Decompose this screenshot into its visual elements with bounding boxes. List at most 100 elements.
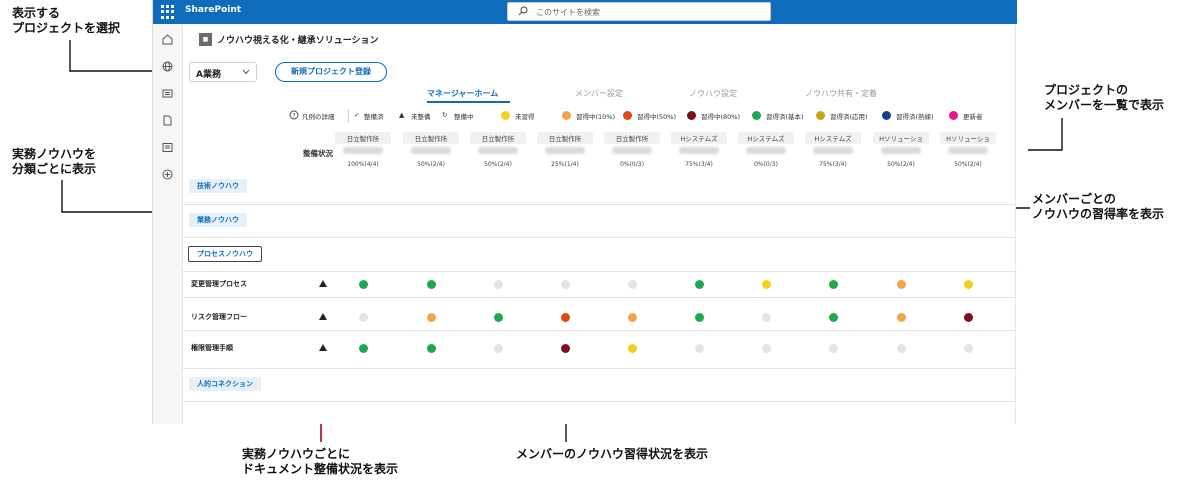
legend-skill-label: 習得済(基本) bbox=[766, 113, 804, 121]
member-org: Hソリューショ bbox=[940, 132, 996, 144]
search-box[interactable]: このサイトを検索 bbox=[507, 2, 771, 21]
document-icon[interactable] bbox=[161, 114, 174, 127]
skill-status-dot[interactable] bbox=[829, 280, 838, 289]
member-column-header[interactable]: Hソリューショ 50%(2/4) bbox=[940, 132, 996, 168]
search-placeholder: このサイトを検索 bbox=[536, 8, 600, 17]
brand-name[interactable]: SharePoint bbox=[185, 5, 241, 15]
legend-divider bbox=[348, 109, 349, 123]
skill-status-dot[interactable] bbox=[494, 313, 503, 322]
category-human-connection[interactable]: 人的コネクション bbox=[189, 377, 261, 391]
skill-status-dot[interactable] bbox=[427, 344, 436, 353]
knowhow-row-label[interactable]: 変更管理プロセス bbox=[191, 279, 247, 289]
skill-status-dot[interactable] bbox=[695, 280, 704, 289]
legend-skill-dot bbox=[882, 111, 891, 120]
annotation-member-rate: メンバーごとの ノウハウの習得率を表示 bbox=[1032, 192, 1164, 222]
annotation-member-list: プロジェクトの メンバーを一覧で表示 bbox=[1044, 83, 1164, 113]
knowhow-row-label[interactable]: リスク管理フロー bbox=[191, 312, 247, 322]
member-org: Hソリューショ bbox=[873, 132, 929, 144]
skill-status-dot[interactable] bbox=[628, 313, 637, 322]
leader-classify bbox=[61, 180, 166, 213]
member-org: 日立製作所 bbox=[537, 132, 593, 144]
annotation-select-project: 表示する プロジェクトを選択 bbox=[12, 6, 120, 36]
member-column-header[interactable]: 日立製作所 100%(4/4) bbox=[335, 132, 391, 168]
skill-status-dot[interactable] bbox=[359, 344, 368, 353]
category-process-knowhow[interactable]: プロセスノウハウ bbox=[188, 246, 262, 262]
member-column-header[interactable]: 日立製作所 25%(1/4) bbox=[537, 132, 593, 168]
skill-status-dot[interactable] bbox=[897, 344, 906, 353]
annotation-member-status: メンバーのノウハウ習得状況を表示 bbox=[516, 447, 709, 461]
tab-knowhow-share[interactable]: ノウハウ共有・定着 bbox=[805, 88, 877, 99]
sharepoint-window: SharePoint このサイトを検索 ■ ノウハウ視える化・継承ソリューション… bbox=[152, 0, 1017, 424]
member-column-header[interactable]: Hソリューショ 50%(2/4) bbox=[873, 132, 929, 168]
add-icon[interactable] bbox=[161, 168, 174, 181]
member-column-header[interactable]: 日立製作所 0%(0/3) bbox=[604, 132, 660, 168]
project-dropdown[interactable]: A業務 bbox=[189, 62, 257, 82]
annotation-line: 分類ごとに表示 bbox=[12, 162, 97, 176]
skill-status-dot[interactable] bbox=[359, 313, 368, 322]
member-column-header[interactable]: 日立製作所 50%(2/4) bbox=[403, 132, 459, 168]
skill-status-dot[interactable] bbox=[561, 280, 570, 289]
globe-icon[interactable] bbox=[161, 60, 174, 73]
skill-status-dot[interactable] bbox=[427, 313, 436, 322]
skill-status-dot[interactable] bbox=[628, 280, 637, 289]
skill-status-dot[interactable] bbox=[964, 280, 973, 289]
skill-status-dot[interactable] bbox=[628, 344, 637, 353]
member-name-blurred bbox=[746, 147, 786, 154]
skill-status-dot[interactable] bbox=[695, 313, 704, 322]
app-launcher-icon[interactable] bbox=[161, 5, 175, 19]
skill-status-dot[interactable] bbox=[762, 344, 771, 353]
skill-status-dot[interactable] bbox=[427, 280, 436, 289]
check-icon: ✓ bbox=[354, 111, 360, 119]
legend-skill-dot bbox=[816, 111, 825, 120]
divider bbox=[183, 204, 1017, 205]
home-icon[interactable] bbox=[161, 33, 174, 46]
doc-missing-triangle-icon bbox=[319, 313, 327, 320]
member-name-blurred bbox=[545, 147, 585, 154]
member-column-header[interactable]: 日立製作所 50%(2/4) bbox=[470, 132, 526, 168]
category-tech-knowhow[interactable]: 技術ノウハウ bbox=[189, 179, 247, 193]
skill-status-dot[interactable] bbox=[829, 344, 838, 353]
skill-status-dot[interactable] bbox=[964, 344, 973, 353]
skill-status-dot[interactable] bbox=[829, 313, 838, 322]
skill-status-dot[interactable] bbox=[897, 313, 906, 322]
legend-skill-label: 更新者 bbox=[963, 113, 983, 121]
tab-member-settings[interactable]: メンバー設定 bbox=[575, 88, 623, 99]
annotation-line: 実務ノウハウを bbox=[12, 147, 97, 161]
news-icon[interactable] bbox=[161, 87, 174, 100]
member-column-header[interactable]: Hシステムズ 0%(0/3) bbox=[738, 132, 794, 168]
skill-status-dot[interactable] bbox=[561, 313, 570, 322]
member-org: 日立製作所 bbox=[335, 132, 391, 144]
member-acquisition-rate: 75%(3/4) bbox=[819, 161, 847, 168]
member-column-header[interactable]: Hシステムズ 75%(3/4) bbox=[805, 132, 861, 168]
skill-status-dot[interactable] bbox=[964, 313, 973, 322]
skill-status-dot[interactable] bbox=[762, 280, 771, 289]
skill-status-dot[interactable] bbox=[359, 280, 368, 289]
legend-help-link[interactable]: 凡例の詳細 bbox=[302, 111, 335, 121]
skill-status-dot[interactable] bbox=[561, 344, 570, 353]
annotation-line: プロジェクトの bbox=[1044, 83, 1129, 97]
member-org: Hシステムズ bbox=[805, 132, 861, 144]
member-org: Hシステムズ bbox=[671, 132, 727, 144]
skill-status-dot[interactable] bbox=[494, 280, 503, 289]
annotation-line: プロジェクトを選択 bbox=[12, 21, 121, 35]
skill-status-dot[interactable] bbox=[494, 344, 503, 353]
legend-doc-inprogress: 整備中 bbox=[454, 113, 474, 121]
tab-knowhow-settings[interactable]: ノウハウ設定 bbox=[689, 88, 737, 99]
knowhow-row-label[interactable]: 権限管理手順 bbox=[191, 343, 233, 353]
category-business-knowhow[interactable]: 業務ノウハウ bbox=[189, 213, 247, 227]
member-name-blurred bbox=[411, 147, 451, 154]
member-column-header[interactable]: Hシステムズ 75%(3/4) bbox=[671, 132, 727, 168]
help-circle-icon[interactable]: ? bbox=[289, 110, 299, 120]
skill-status-dot[interactable] bbox=[762, 313, 771, 322]
divider bbox=[183, 401, 1017, 402]
left-app-rail bbox=[153, 24, 183, 424]
legend-skill-label: 習得済(熟練) bbox=[896, 113, 934, 121]
new-project-button[interactable]: 新規プロジェクト登録 bbox=[275, 62, 387, 82]
skill-status-dot[interactable] bbox=[695, 344, 704, 353]
skill-status-dot[interactable] bbox=[897, 280, 906, 289]
member-acquisition-rate: 0%(0/3) bbox=[620, 161, 644, 168]
triangle-icon: ▲ bbox=[399, 111, 405, 119]
site-title[interactable]: ノウハウ視える化・継承ソリューション bbox=[217, 33, 379, 46]
list-icon[interactable] bbox=[161, 141, 174, 154]
tab-manager-home[interactable]: マネージャーホーム bbox=[427, 88, 498, 99]
